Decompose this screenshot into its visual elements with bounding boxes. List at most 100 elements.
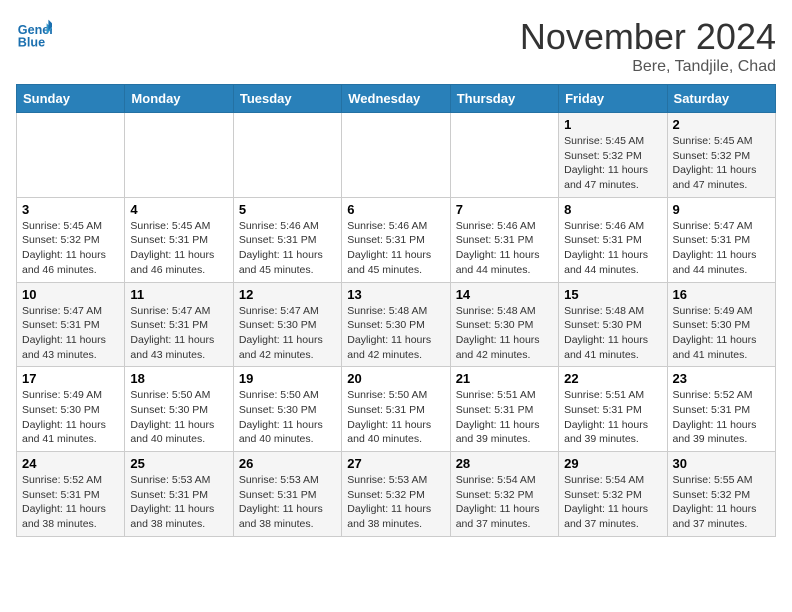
day-info: Sunrise: 5:52 AMSunset: 5:31 PMDaylight:… [673, 388, 770, 447]
day-info: Sunrise: 5:53 AMSunset: 5:31 PMDaylight:… [130, 473, 227, 532]
day-number: 17 [22, 371, 119, 386]
day-info: Sunrise: 5:51 AMSunset: 5:31 PMDaylight:… [456, 388, 553, 447]
calendar-table: SundayMondayTuesdayWednesdayThursdayFrid… [16, 84, 776, 537]
calendar-cell: 19 Sunrise: 5:50 AMSunset: 5:30 PMDayligh… [233, 367, 341, 452]
calendar-cell: 27 Sunrise: 5:53 AMSunset: 5:32 PMDayligh… [342, 452, 450, 537]
day-number: 25 [130, 456, 227, 471]
day-number: 10 [22, 287, 119, 302]
day-info: Sunrise: 5:47 AMSunset: 5:31 PMDaylight:… [673, 219, 770, 278]
day-info: Sunrise: 5:54 AMSunset: 5:32 PMDaylight:… [564, 473, 661, 532]
day-number: 1 [564, 117, 661, 132]
calendar-cell: 13 Sunrise: 5:48 AMSunset: 5:30 PMDayligh… [342, 282, 450, 367]
calendar-cell: 3 Sunrise: 5:45 AMSunset: 5:32 PMDaylight… [17, 197, 125, 282]
calendar-cell: 5 Sunrise: 5:46 AMSunset: 5:31 PMDaylight… [233, 197, 341, 282]
calendar-cell: 17 Sunrise: 5:49 AMSunset: 5:30 PMDayligh… [17, 367, 125, 452]
calendar-cell [342, 113, 450, 198]
day-number: 15 [564, 287, 661, 302]
calendar-cell: 2 Sunrise: 5:45 AMSunset: 5:32 PMDaylight… [667, 113, 775, 198]
day-number: 30 [673, 456, 770, 471]
day-info: Sunrise: 5:50 AMSunset: 5:31 PMDaylight:… [347, 388, 444, 447]
day-number: 8 [564, 202, 661, 217]
svg-text:Blue: Blue [18, 36, 45, 50]
logo-icon: General Blue [16, 16, 52, 52]
calendar-cell [450, 113, 558, 198]
day-info: Sunrise: 5:45 AMSunset: 5:31 PMDaylight:… [130, 219, 227, 278]
day-info: Sunrise: 5:46 AMSunset: 5:31 PMDaylight:… [239, 219, 336, 278]
calendar-cell: 1Sunrise: 5:45 AMSunset: 5:32 PMDaylight… [559, 113, 667, 198]
location-title: Bere, Tandjile, Chad [520, 58, 776, 76]
calendar-cell: 29 Sunrise: 5:54 AMSunset: 5:32 PMDayligh… [559, 452, 667, 537]
day-number: 12 [239, 287, 336, 302]
calendar-cell: 22 Sunrise: 5:51 AMSunset: 5:31 PMDayligh… [559, 367, 667, 452]
weekday-header-saturday: Saturday [667, 85, 775, 113]
day-info: Sunrise: 5:55 AMSunset: 5:32 PMDaylight:… [673, 473, 770, 532]
day-info: Sunrise: 5:51 AMSunset: 5:31 PMDaylight:… [564, 388, 661, 447]
day-info: Sunrise: 5:45 AMSunset: 5:32 PMDaylight:… [22, 219, 119, 278]
calendar-cell: 10 Sunrise: 5:47 AMSunset: 5:31 PMDayligh… [17, 282, 125, 367]
calendar-cell: 11 Sunrise: 5:47 AMSunset: 5:31 PMDayligh… [125, 282, 233, 367]
day-number: 7 [456, 202, 553, 217]
day-number: 23 [673, 371, 770, 386]
day-number: 9 [673, 202, 770, 217]
calendar-cell: 16 Sunrise: 5:49 AMSunset: 5:30 PMDayligh… [667, 282, 775, 367]
day-info: Sunrise: 5:48 AMSunset: 5:30 PMDaylight:… [347, 304, 444, 363]
calendar-cell: 9 Sunrise: 5:47 AMSunset: 5:31 PMDaylight… [667, 197, 775, 282]
day-info: Sunrise: 5:52 AMSunset: 5:31 PMDaylight:… [22, 473, 119, 532]
day-info: Sunrise: 5:53 AMSunset: 5:32 PMDaylight:… [347, 473, 444, 532]
day-info: Sunrise: 5:46 AMSunset: 5:31 PMDaylight:… [456, 219, 553, 278]
day-number: 18 [130, 371, 227, 386]
calendar-cell: 12Sunrise: 5:47 AMSunset: 5:30 PMDayligh… [233, 282, 341, 367]
calendar-cell: 7 Sunrise: 5:46 AMSunset: 5:31 PMDaylight… [450, 197, 558, 282]
calendar-cell: 21Sunrise: 5:51 AMSunset: 5:31 PMDayligh… [450, 367, 558, 452]
day-number: 16 [673, 287, 770, 302]
day-number: 6 [347, 202, 444, 217]
calendar-cell: 28 Sunrise: 5:54 AMSunset: 5:32 PMDayligh… [450, 452, 558, 537]
calendar-cell: 20 Sunrise: 5:50 AMSunset: 5:31 PMDayligh… [342, 367, 450, 452]
day-number: 22 [564, 371, 661, 386]
calendar-cell [125, 113, 233, 198]
month-title: November 2024 [520, 16, 776, 58]
calendar-cell: 4Sunrise: 5:45 AMSunset: 5:31 PMDaylight… [125, 197, 233, 282]
day-info: Sunrise: 5:47 AMSunset: 5:31 PMDaylight:… [22, 304, 119, 363]
calendar-cell: 24 Sunrise: 5:52 AMSunset: 5:31 PMDayligh… [17, 452, 125, 537]
day-number: 28 [456, 456, 553, 471]
day-info: Sunrise: 5:46 AMSunset: 5:31 PMDaylight:… [564, 219, 661, 278]
day-number: 3 [22, 202, 119, 217]
weekday-header-monday: Monday [125, 85, 233, 113]
day-info: Sunrise: 5:47 AMSunset: 5:31 PMDaylight:… [130, 304, 227, 363]
weekday-header-wednesday: Wednesday [342, 85, 450, 113]
day-info: Sunrise: 5:49 AMSunset: 5:30 PMDaylight:… [673, 304, 770, 363]
calendar-cell [17, 113, 125, 198]
title-block: November 2024 Bere, Tandjile, Chad [520, 16, 776, 76]
day-number: 19 [239, 371, 336, 386]
calendar-cell: 15 Sunrise: 5:48 AMSunset: 5:30 PMDayligh… [559, 282, 667, 367]
day-number: 24 [22, 456, 119, 471]
day-number: 14 [456, 287, 553, 302]
calendar-cell: 18 Sunrise: 5:50 AMSunset: 5:30 PMDayligh… [125, 367, 233, 452]
day-number: 27 [347, 456, 444, 471]
calendar-cell [233, 113, 341, 198]
day-info: Sunrise: 5:53 AMSunset: 5:31 PMDaylight:… [239, 473, 336, 532]
weekday-header-tuesday: Tuesday [233, 85, 341, 113]
day-number: 29 [564, 456, 661, 471]
day-number: 2 [673, 117, 770, 132]
day-number: 13 [347, 287, 444, 302]
day-info: Sunrise: 5:50 AMSunset: 5:30 PMDaylight:… [239, 388, 336, 447]
weekday-header-friday: Friday [559, 85, 667, 113]
day-number: 11 [130, 287, 227, 302]
day-number: 20 [347, 371, 444, 386]
day-info: Sunrise: 5:54 AMSunset: 5:32 PMDaylight:… [456, 473, 553, 532]
day-info: Sunrise: 5:48 AMSunset: 5:30 PMDaylight:… [456, 304, 553, 363]
page-header: General Blue November 2024 Bere, Tandjil… [16, 16, 776, 76]
calendar-cell: 14 Sunrise: 5:48 AMSunset: 5:30 PMDayligh… [450, 282, 558, 367]
day-info: Sunrise: 5:45 AMSunset: 5:32 PMDaylight:… [673, 134, 770, 193]
calendar-cell: 26 Sunrise: 5:53 AMSunset: 5:31 PMDayligh… [233, 452, 341, 537]
day-number: 5 [239, 202, 336, 217]
day-info: Sunrise: 5:49 AMSunset: 5:30 PMDaylight:… [22, 388, 119, 447]
day-info: Sunrise: 5:48 AMSunset: 5:30 PMDaylight:… [564, 304, 661, 363]
calendar-cell: 8 Sunrise: 5:46 AMSunset: 5:31 PMDaylight… [559, 197, 667, 282]
day-number: 26 [239, 456, 336, 471]
calendar-cell: 6 Sunrise: 5:46 AMSunset: 5:31 PMDaylight… [342, 197, 450, 282]
day-info: Sunrise: 5:46 AMSunset: 5:31 PMDaylight:… [347, 219, 444, 278]
day-info: Sunrise: 5:50 AMSunset: 5:30 PMDaylight:… [130, 388, 227, 447]
